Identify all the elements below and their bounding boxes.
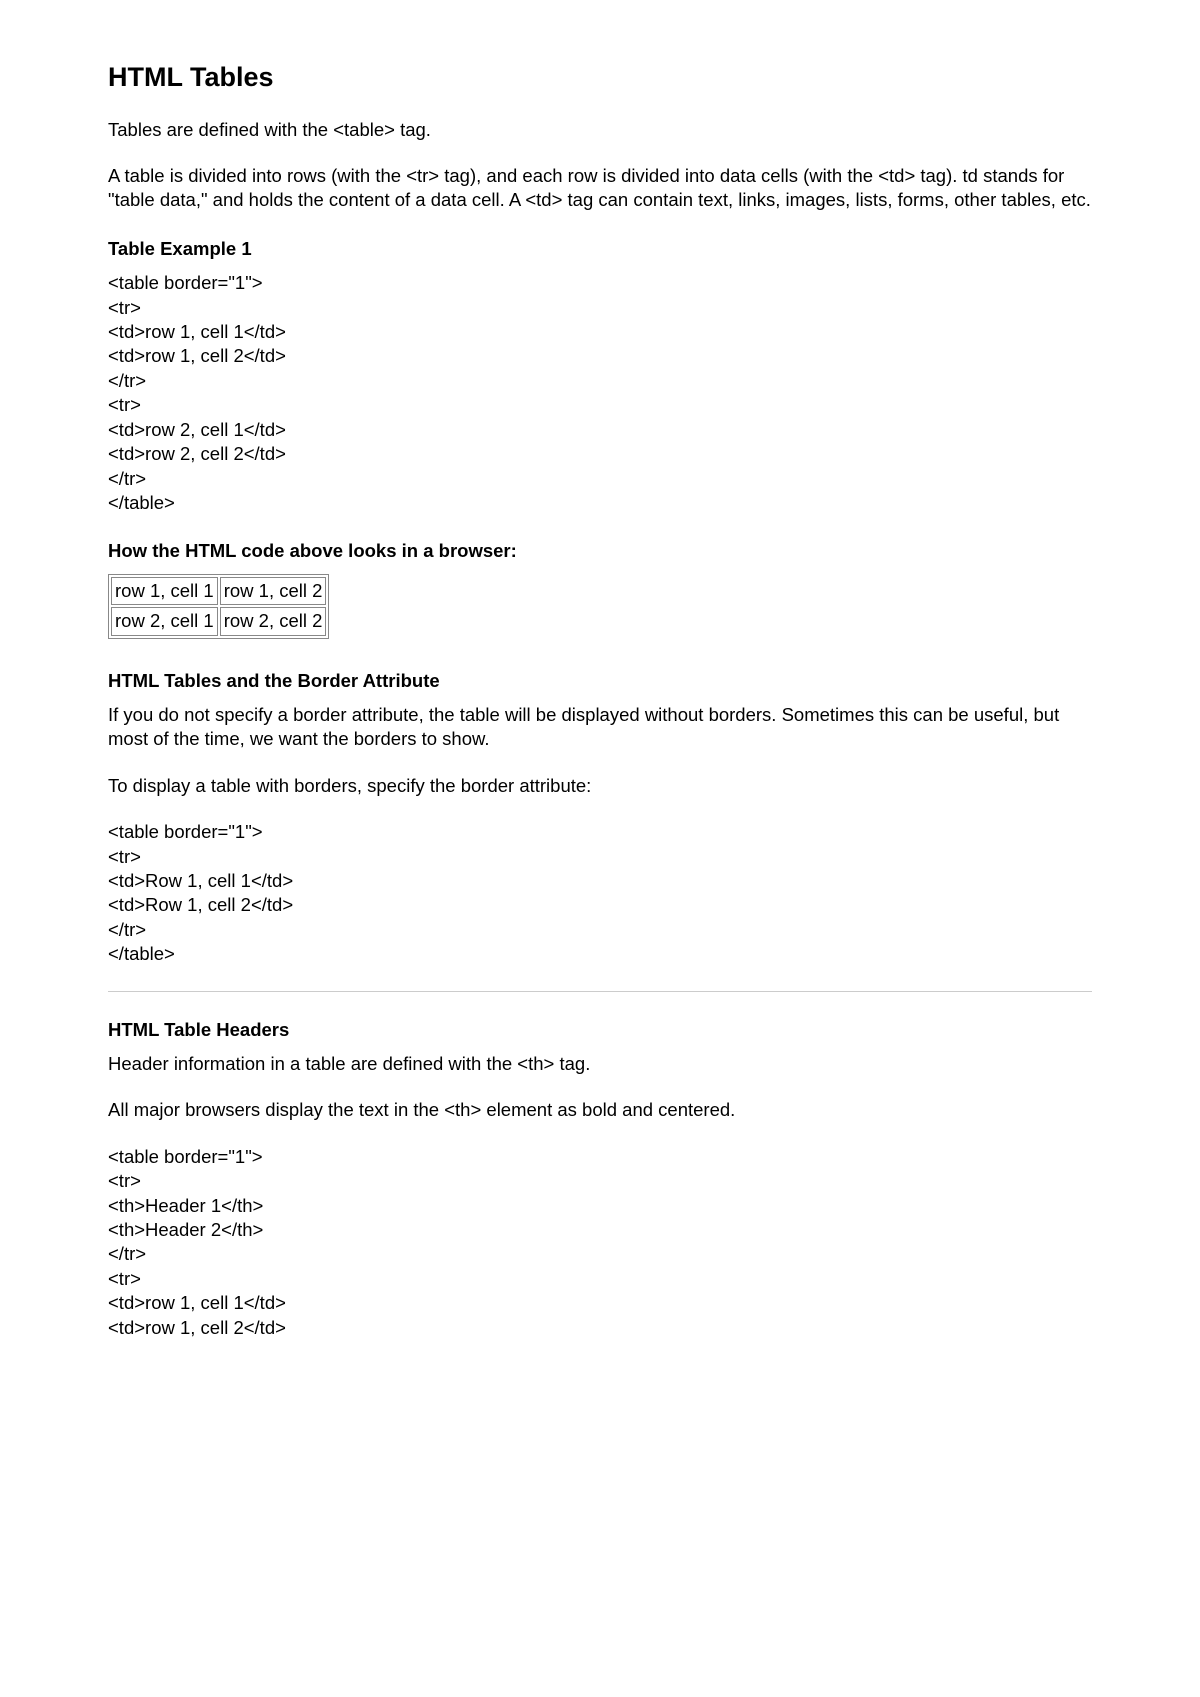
table-cell: row 1, cell 2 [220,577,327,605]
browser-heading: How the HTML code above looks in a brows… [108,539,1092,563]
example1-code: <table border="1"><tr><td>row 1, cell 1<… [108,271,1092,515]
headers-paragraph-1: Header information in a table are define… [108,1052,1092,1076]
page-title: HTML Tables [108,60,1092,96]
table-cell: row 2, cell 2 [220,607,327,635]
border-code: <table border="1"><tr><td>Row 1, cell 1<… [108,820,1092,966]
example1-heading: Table Example 1 [108,237,1092,261]
border-heading: HTML Tables and the Border Attribute [108,669,1092,693]
table-row: row 1, cell 1 row 1, cell 2 [111,577,326,605]
border-paragraph-1: If you do not specify a border attribute… [108,703,1092,752]
intro-paragraph-1: Tables are defined with the <table> tag. [108,118,1092,142]
table-cell: row 2, cell 1 [111,607,218,635]
headers-code: <table border="1"><tr><th>Header 1</th><… [108,1145,1092,1340]
table-cell: row 1, cell 1 [111,577,218,605]
table-row: row 2, cell 1 row 2, cell 2 [111,607,326,635]
rendered-table: row 1, cell 1 row 1, cell 2 row 2, cell … [108,574,329,639]
border-paragraph-2: To display a table with borders, specify… [108,774,1092,798]
headers-paragraph-2: All major browsers display the text in t… [108,1098,1092,1122]
intro-paragraph-2: A table is divided into rows (with the <… [108,164,1092,213]
section-divider [108,991,1092,992]
headers-heading: HTML Table Headers [108,1018,1092,1042]
